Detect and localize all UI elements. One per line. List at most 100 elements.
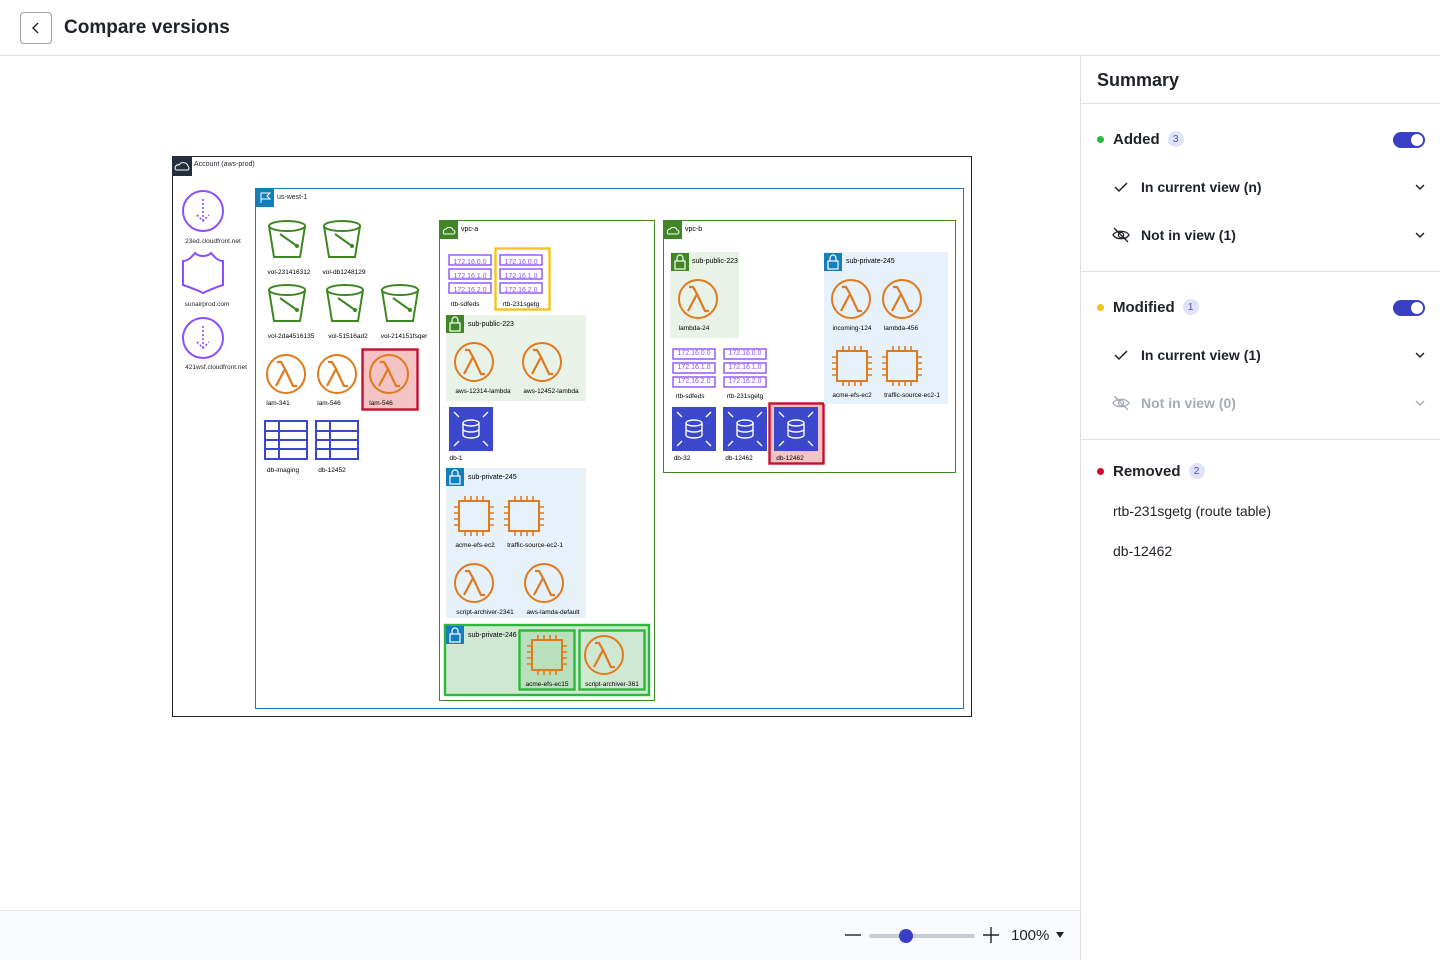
zoom-slider-handle[interactable] [899, 929, 914, 943]
modified-label: Modified [1113, 298, 1175, 316]
region-label: us-west-1 [277, 194, 307, 201]
resource-label: acme-efs-ec15 [526, 681, 569, 688]
chevron-down-icon [1415, 400, 1425, 407]
vpc-label: vpc-a [461, 226, 478, 233]
removed-count-badge: 2 [1188, 463, 1205, 479]
resource-label: lambda-24 [679, 325, 710, 332]
resource-label: incoming-124 [832, 325, 871, 332]
chevron-down-icon[interactable] [1413, 348, 1427, 362]
added-status-dot [1097, 135, 1104, 143]
resource-label: vol-db1248129 [322, 269, 365, 276]
check-icon [1111, 345, 1131, 365]
diagram-canvas[interactable]: Account (aws-prod) 23ed.cloudfront.net s… [0, 56, 1080, 910]
resource-label: db-1 [449, 455, 462, 462]
caret-down-icon[interactable] [1056, 932, 1064, 938]
resource-label: vol-2da4516135 [268, 333, 315, 340]
subnet-label: sub-public-223 [692, 258, 738, 265]
resource-label: vol-214151fsqer [381, 333, 428, 340]
page-title: Compare versions [64, 17, 230, 38]
account-label: Account (aws-prod) [194, 161, 255, 168]
region-flag-icon [256, 189, 274, 207]
vpc-label: vpc-b [685, 226, 702, 233]
cidr-label: 172.16.1.0 [728, 364, 761, 371]
added-count-badge: 3 [1167, 131, 1184, 147]
modified-in-view-row[interactable]: In current view (1) [1111, 339, 1427, 371]
zoom-out-icon[interactable] [843, 925, 863, 945]
edge-label: 23ed.cloudfront.net [185, 238, 241, 245]
subnet-private-added[interactable]: sub-private-246 acme-efs-ec15 script-arc… [443, 623, 651, 697]
zoom-in-icon[interactable] [981, 925, 1001, 945]
subnet-lock-icon [446, 468, 464, 486]
subnet-label: sub-public-223 [468, 321, 514, 328]
resource-label: lam-546 [317, 400, 341, 407]
divider [1081, 439, 1440, 440]
row-label: Not in view (0) [1141, 395, 1236, 411]
panel-title: Summary [1097, 70, 1180, 90]
chevron-down-icon[interactable] [1413, 180, 1427, 194]
resource-label: rtb-sdfeds [676, 393, 706, 400]
eye-off-icon [1111, 225, 1131, 245]
subnet-lock-icon [446, 626, 464, 644]
removed-item-link[interactable]: db-12462 [1113, 543, 1172, 559]
back-button[interactable] [20, 12, 52, 44]
subnet-lock-icon [824, 253, 842, 271]
resource-label: traffic-source-ec2-1 [507, 542, 563, 549]
added-in-view-row[interactable]: In current view (n) [1111, 171, 1427, 203]
resource-label: aws-12452-lambda [523, 388, 579, 395]
row-label: Not in view (1) [1141, 227, 1236, 243]
vpc-cloud-icon [664, 221, 682, 239]
cidr-label: 172.16.1.0 [677, 364, 710, 371]
modified-status-dot [1097, 303, 1104, 311]
added-label: Added [1113, 130, 1160, 148]
divider [1081, 271, 1440, 272]
row-label: In current view (n) [1141, 179, 1262, 195]
summary-panel: Summary Added 3 In current view (n) Not … [1080, 56, 1440, 960]
resource-label: db-imaging [267, 467, 300, 474]
resource-label: lam-341 [266, 400, 290, 407]
resource-label: lambda-456 [884, 325, 919, 332]
cidr-label: 172.16.2.0 [728, 378, 761, 385]
modified-section-header: Modified 1 [1097, 295, 1199, 319]
architecture-diagram[interactable]: Account (aws-prod) 23ed.cloudfront.net s… [0, 56, 1080, 910]
row-label: In current view (1) [1141, 347, 1261, 363]
chevron-down-icon[interactable] [1413, 228, 1427, 242]
subnet-label: sub-private-246 [468, 632, 517, 639]
cidr-label: 172.16.2.0 [677, 378, 710, 385]
removed-label: Removed [1113, 462, 1181, 480]
edge-label: 421wsf.cloudfront.net [185, 364, 247, 371]
edge-label: sunairprod.com [185, 301, 230, 308]
resource-label: script-archiver-2341 [456, 609, 514, 616]
removed-section-header: Removed 2 [1097, 459, 1205, 483]
subnet-label: sub-private-245 [846, 258, 895, 265]
removed-status-dot [1097, 467, 1104, 475]
account-cloud-icon [172, 156, 192, 176]
resource-label: vol-51516ad2 [328, 333, 368, 340]
resource-label: lam-546 [369, 400, 393, 407]
header-bar: Compare versions [0, 0, 1440, 56]
resource-label: db-32 [674, 455, 691, 462]
resource-label: rtb-sdfeds [451, 301, 481, 308]
resource-label: aws-lamda-default [526, 609, 579, 616]
rds-database-removed[interactable]: db-12462 [768, 402, 825, 465]
zoom-slider-track[interactable] [869, 934, 975, 938]
cidr-label: 172.16.1.0 [453, 273, 486, 280]
cidr-label: 172.16.2.0 [453, 287, 486, 294]
added-toggle[interactable] [1393, 132, 1425, 148]
resource-label: rtb-231sgetg [727, 393, 764, 400]
cidr-label: 172.16.0.0 [728, 350, 761, 357]
resource-label: traffic-source-ec2-1 [884, 392, 940, 399]
added-section-header: Added 3 [1097, 127, 1184, 151]
cidr-label: 172.16.0.0 [453, 259, 486, 266]
removed-item-link[interactable]: rtb-231sgetg (route table) [1113, 503, 1271, 519]
lambda-function-modified[interactable]: lam-546 [361, 348, 419, 411]
cidr-label: 172.16.2.0 [504, 287, 537, 294]
vpc-cloud-icon [440, 221, 458, 239]
resource-label: db-12452 [318, 467, 346, 474]
added-not-in-view-row[interactable]: Not in view (1) [1111, 219, 1427, 251]
modified-toggle[interactable] [1393, 300, 1425, 316]
zoom-level-dropdown[interactable]: 100% [1011, 927, 1049, 944]
check-icon [1111, 177, 1131, 197]
cidr-label: 172.16.0.0 [504, 259, 537, 266]
resource-label: aws-12314-lambda [455, 388, 511, 395]
resource-label: db-12462 [725, 455, 753, 462]
